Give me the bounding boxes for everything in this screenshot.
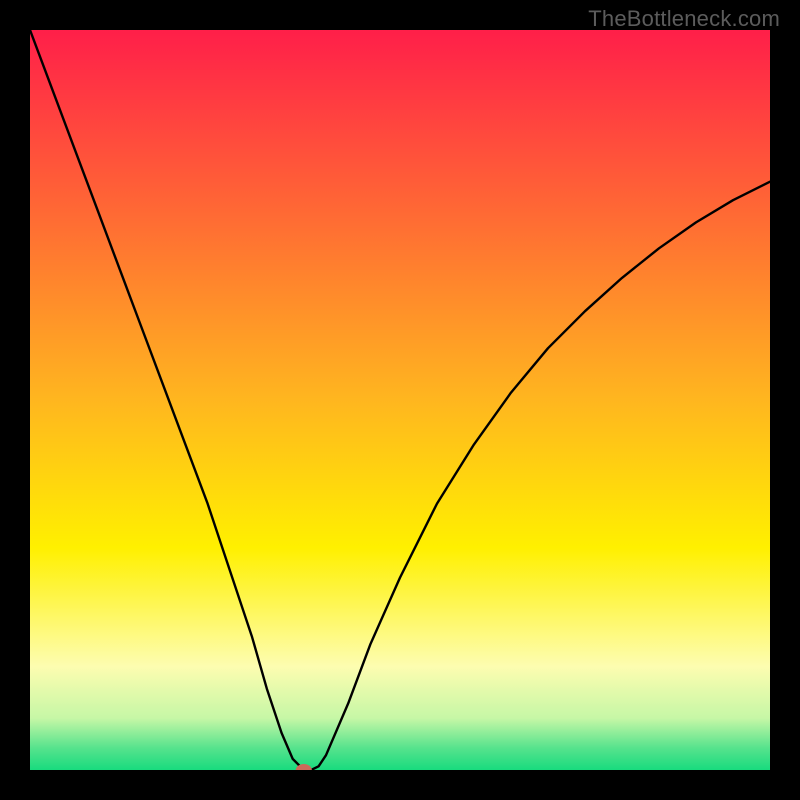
plot-area xyxy=(30,30,770,770)
gradient-background xyxy=(30,30,770,770)
bottleneck-chart-svg xyxy=(30,30,770,770)
attribution-text: TheBottleneck.com xyxy=(588,6,780,32)
chart-frame: TheBottleneck.com xyxy=(0,0,800,800)
